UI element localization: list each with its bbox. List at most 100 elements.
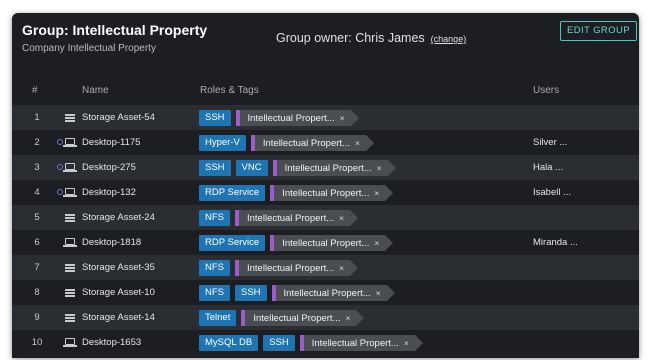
asset-name[interactable]: Desktop-1818 bbox=[82, 230, 141, 255]
remove-tag-icon[interactable]: × bbox=[339, 263, 344, 273]
column-header-name[interactable]: Name bbox=[82, 85, 109, 96]
group-panel: Group: Intellectual Property Company Int… bbox=[12, 13, 639, 358]
row-number: 6 bbox=[34, 237, 40, 248]
remove-tag-icon[interactable]: × bbox=[339, 213, 344, 223]
row-icons bbox=[57, 130, 77, 155]
table-row[interactable]: 10 Desktop-1653 MySQL DB SSH Intellectual Pr… bbox=[12, 330, 639, 355]
page-subtitle: Company Intellectual Property bbox=[22, 43, 156, 54]
asset-name[interactable]: Desktop-275 bbox=[82, 155, 136, 180]
roles-tags: Hyper-V Intellectual Propert... × bbox=[199, 130, 376, 155]
role-tag[interactable]: VNC bbox=[235, 159, 268, 176]
role-tag[interactable]: SSH bbox=[235, 284, 267, 301]
remove-tag-icon[interactable]: × bbox=[355, 138, 360, 148]
roles-tags: SSH VNC Intellectual Propert... × bbox=[199, 155, 398, 180]
asset-name[interactable]: Storage Asset-24 bbox=[82, 205, 155, 230]
roles-tags: RDP Service Intellectual Propert... × bbox=[199, 180, 395, 205]
table-row[interactable]: 6 Desktop-1818 RDP Service Intellectual Pro… bbox=[12, 230, 639, 255]
edit-group-button[interactable]: EDIT GROUP bbox=[560, 21, 637, 41]
asset-name[interactable]: Storage Asset-10 bbox=[82, 280, 155, 305]
ip-tag[interactable]: Intellectual Propert... × bbox=[235, 259, 359, 276]
remove-tag-icon[interactable]: × bbox=[374, 238, 379, 248]
ip-tag[interactable]: Intellectual Propert... × bbox=[270, 234, 394, 251]
remove-tag-icon[interactable]: × bbox=[374, 188, 379, 198]
ip-tag-label: Intellectual Propert... bbox=[262, 137, 350, 149]
remove-tag-icon[interactable]: × bbox=[346, 313, 351, 323]
role-tag[interactable]: Hyper-V bbox=[199, 134, 246, 151]
storage-icon bbox=[65, 289, 75, 297]
row-users: Miranda ... bbox=[533, 237, 578, 248]
table-row[interactable]: 9 Storage Asset-14 Telnet Intellectual Prop… bbox=[12, 305, 639, 330]
column-header-users[interactable]: Users bbox=[533, 85, 559, 96]
row-number: 1 bbox=[34, 112, 40, 123]
role-tag[interactable]: SSH bbox=[199, 159, 231, 176]
asset-name[interactable]: Storage Asset-14 bbox=[82, 305, 155, 330]
role-tag[interactable]: NFS bbox=[199, 259, 230, 276]
ip-tag-label: Intellectual Propert... bbox=[282, 237, 370, 249]
roles-tags: NFS SSH Intellectual Propert... × bbox=[199, 280, 397, 305]
remove-tag-icon[interactable]: × bbox=[376, 288, 381, 298]
role-tag[interactable]: NFS bbox=[199, 209, 230, 226]
row-icons bbox=[57, 105, 77, 130]
row-icons bbox=[57, 305, 77, 330]
ip-tag[interactable]: Intellectual Propert... × bbox=[299, 334, 423, 351]
table-row[interactable]: 4 Desktop-132 RDP Service Intellectual Prop… bbox=[12, 180, 639, 205]
ip-tag-label: Intellectual Propert... bbox=[247, 262, 335, 274]
column-header-number: # bbox=[32, 85, 38, 96]
ip-tag[interactable]: Intellectual Propert... × bbox=[235, 209, 359, 226]
table-row[interactable]: 2 Desktop-1175 Hyper-V Intellectual Propert… bbox=[12, 130, 639, 155]
table-row[interactable]: 1 Storage Asset-54 SSH Intellectual Propert… bbox=[12, 105, 639, 130]
desktop-icon bbox=[63, 163, 77, 172]
storage-icon bbox=[65, 214, 75, 222]
remove-tag-icon[interactable]: × bbox=[340, 113, 345, 123]
role-tag[interactable]: RDP Service bbox=[199, 234, 266, 251]
ip-tag[interactable]: Intellectual Propert... × bbox=[270, 184, 394, 201]
roles-tags: NFS Intellectual Propert... × bbox=[199, 255, 360, 280]
row-icons bbox=[57, 330, 77, 355]
roles-tags: RDP Service Intellectual Propert... × bbox=[199, 230, 395, 255]
ip-tag-label: Intellectual Propert... bbox=[247, 112, 335, 124]
row-icons bbox=[57, 155, 77, 180]
desktop-icon bbox=[63, 238, 77, 247]
remove-tag-icon[interactable]: × bbox=[404, 338, 409, 348]
ip-tag[interactable]: Intellectual Propert... × bbox=[272, 159, 396, 176]
group-owner-text: Group owner: Chris James bbox=[276, 31, 425, 45]
roles-tags: MySQL DB SSH Intellectual Propert... × bbox=[199, 330, 425, 355]
ip-tag-label: Intellectual Propert... bbox=[247, 212, 335, 224]
desktop-icon bbox=[63, 338, 77, 347]
ip-tag[interactable]: Intellectual Propert... × bbox=[250, 134, 375, 151]
table-row[interactable]: 8 Storage Asset-10 NFS SSH Intellectual Prop… bbox=[12, 280, 639, 305]
ip-tag[interactable]: Intellectual Propert... × bbox=[271, 284, 395, 301]
table-row[interactable]: 5 Storage Asset-24 NFS Intellectual Propert… bbox=[12, 205, 639, 230]
role-tag[interactable]: SSH bbox=[199, 109, 231, 126]
row-number: 7 bbox=[34, 262, 40, 273]
roles-tags: NFS Intellectual Propert... × bbox=[199, 205, 360, 230]
role-tag[interactable]: NFS bbox=[199, 284, 230, 301]
row-icons bbox=[57, 280, 77, 305]
row-icons bbox=[57, 180, 77, 205]
ip-tag[interactable]: Intellectual Propert... × bbox=[241, 309, 365, 326]
asset-name[interactable]: Desktop-132 bbox=[82, 180, 136, 205]
role-tag[interactable]: MySQL DB bbox=[199, 334, 259, 351]
table-row[interactable]: 7 Storage Asset-35 NFS Intellectual Propert… bbox=[12, 255, 639, 280]
asset-name[interactable]: Storage Asset-54 bbox=[82, 105, 155, 130]
role-tag[interactable]: RDP Service bbox=[199, 184, 266, 201]
row-number: 8 bbox=[34, 287, 40, 298]
role-tag[interactable]: Telnet bbox=[199, 309, 237, 326]
ip-tag[interactable]: Intellectual Propert... × bbox=[235, 109, 359, 126]
table-row[interactable]: 3 Desktop-275 SSH VNC Intellectual Propert..… bbox=[12, 155, 639, 180]
storage-icon bbox=[65, 114, 75, 122]
row-number: 4 bbox=[34, 187, 40, 198]
asset-name[interactable]: Storage Asset-35 bbox=[82, 255, 155, 280]
ip-tag-label: Intellectual Propert... bbox=[311, 337, 399, 349]
row-users: Isabell ... bbox=[533, 187, 572, 198]
row-number: 10 bbox=[31, 337, 43, 348]
group-owner: Group owner: Chris James (change) bbox=[276, 31, 466, 45]
ip-tag-label: Intellectual Propert... bbox=[282, 187, 370, 199]
role-tag[interactable]: SSH bbox=[263, 334, 295, 351]
asset-name[interactable]: Desktop-1175 bbox=[82, 130, 140, 155]
asset-name[interactable]: Desktop-1653 bbox=[82, 330, 141, 355]
remove-tag-icon[interactable]: × bbox=[377, 163, 382, 173]
change-owner-link[interactable]: (change) bbox=[431, 34, 467, 44]
roles-tags: Telnet Intellectual Propert... × bbox=[199, 305, 366, 330]
ip-tag-label: Intellectual Propert... bbox=[283, 287, 371, 299]
